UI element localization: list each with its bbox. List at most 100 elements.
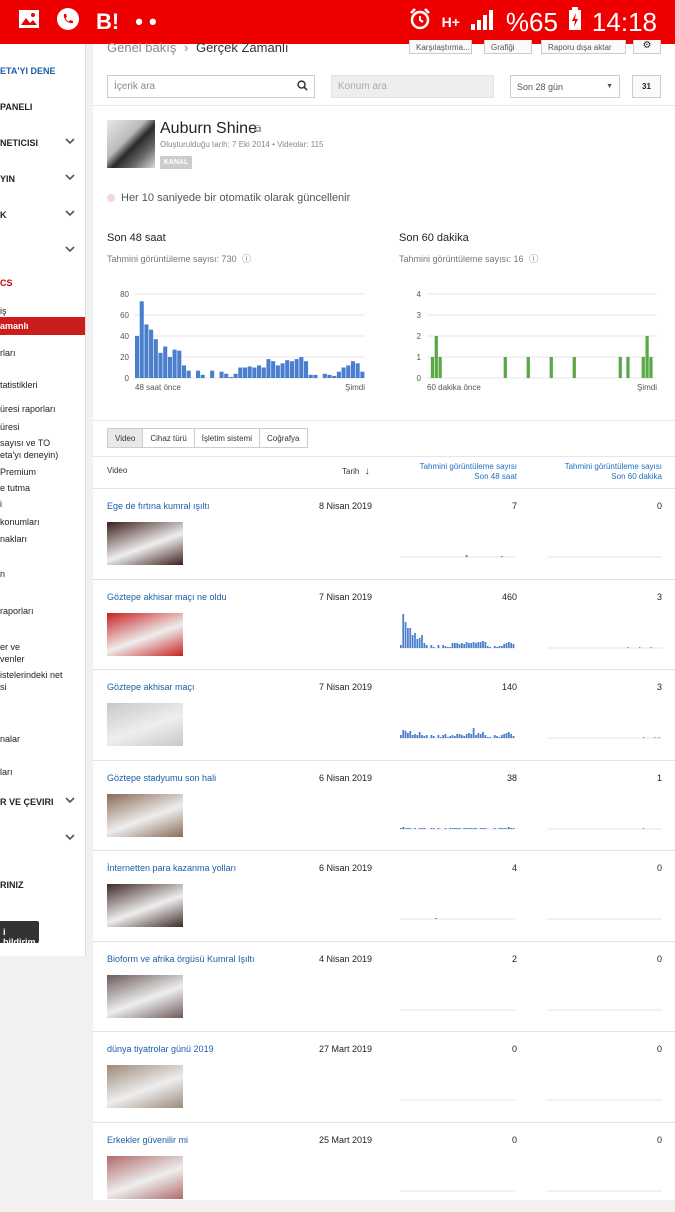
tab-video[interactable]: Video [107, 428, 144, 448]
export-button[interactable]: Raporu dışa aktar [541, 40, 626, 54]
tab-geography[interactable]: Coğrafya [259, 428, 308, 448]
sidebar-item[interactable]: n [0, 569, 5, 579]
col-60-line1: Tahmini görüntüleme sayısı [564, 462, 662, 471]
notification-button[interactable]: i bildirim [0, 921, 39, 947]
location-input[interactable]: Konum ara [331, 75, 494, 98]
tab-operating-system[interactable]: İşletim sistemi [193, 428, 261, 448]
sidebar-item[interactable]: PANELI [0, 102, 32, 112]
sidebar-item[interactable]: si [0, 682, 7, 692]
sidebar-item[interactable]: sayısı ve TO [0, 438, 50, 448]
video-date: 6 Nisan 2019 [318, 863, 372, 873]
sparkline-60m [547, 1099, 662, 1101]
date-range-select[interactable]: Son 28 gün ▼ [510, 75, 620, 98]
spark48-bar [470, 642, 473, 648]
video-title-link[interactable]: Göztepe akhisar maçı ne oldu [107, 592, 227, 602]
sidebar-item-active[interactable]: amanlı [0, 317, 85, 335]
sidebar-item[interactable]: K [0, 210, 7, 220]
sidebar-item[interactable]: tatistikleri [0, 380, 38, 390]
chevron-down-icon[interactable] [65, 832, 75, 844]
video-thumbnail[interactable] [107, 522, 183, 565]
sidebar-item[interactable]: e tutma [0, 483, 30, 493]
sidebar-item[interactable]: üresi raporları [0, 404, 56, 414]
col-header-date[interactable]: Tarih ↓ [342, 466, 370, 477]
sidebar-item[interactable]: CS [0, 278, 13, 288]
chart-bar [572, 357, 576, 378]
search-icon[interactable] [297, 80, 308, 94]
spark48-bar [442, 644, 444, 648]
chevron-down-icon[interactable] [65, 795, 75, 807]
chart-bar [228, 376, 233, 378]
help-icon[interactable]: ⓘ [242, 254, 251, 264]
video-title-link[interactable]: dünya tiyatrolar günü 2019 [107, 1044, 214, 1054]
spark48-bar [414, 734, 416, 738]
spark48-bar [465, 827, 468, 829]
compare-button[interactable]: Karşılaştırma... [409, 40, 472, 54]
spark48-bar [404, 621, 407, 648]
chevron-down-icon[interactable] [65, 172, 75, 184]
spark48-bar [470, 827, 473, 829]
chart-bar [618, 357, 622, 378]
search-input[interactable]: İçerik ara [107, 75, 315, 98]
y-tick-label: 0 [125, 374, 130, 383]
video-thumbnail[interactable] [107, 884, 183, 927]
sidebar-item[interactable]: ları [0, 767, 13, 777]
breadcrumb-parent[interactable]: Genel bakış [107, 40, 176, 55]
sidebar-item[interactable]: R VE ÇEVIRI [0, 797, 54, 807]
video-title-link[interactable]: Göztepe akhisar maçı [107, 682, 195, 692]
chevron-down-icon[interactable] [65, 136, 75, 148]
sidebar-item[interactable]: nalar [0, 734, 20, 744]
video-title-link[interactable]: Bioform ve afrika örgüsü Kumral Işıltı [107, 954, 255, 964]
help-icon[interactable]: ⓘ [529, 254, 538, 264]
channel-name[interactable]: Auburn Shine [160, 120, 257, 138]
video-title-link[interactable]: Erkekler güvenilir mi [107, 1135, 188, 1145]
sidebar-item[interactable]: istelerindeki net [0, 670, 63, 680]
sidebar-item[interactable]: konumları [0, 517, 40, 527]
chart-bar [346, 365, 351, 378]
sidebar-item[interactable]: NETICISI [0, 138, 38, 148]
chart-60m-svg: 0 1 2 3 4 60 dakika önce Şimdi [417, 290, 658, 392]
gear-icon[interactable]: ⚙ [633, 40, 661, 54]
sidebar-item[interactable]: Premium [0, 467, 36, 477]
video-date: 25 Mart 2019 [318, 1134, 372, 1145]
chart-button[interactable]: Grafiği [484, 40, 532, 54]
sidebar-item[interactable]: nakları [0, 534, 27, 544]
channel-avatar[interactable] [107, 120, 155, 168]
video-thumbnail[interactable] [107, 1065, 183, 1108]
views-48h: 460 [501, 591, 517, 602]
video-thumbnail[interactable] [107, 703, 183, 746]
tab-device-type[interactable]: Cihaz türü [142, 428, 195, 448]
col-48-line2: Son 48 saat [474, 472, 517, 481]
spark48-bar [463, 736, 466, 738]
chart-bar [139, 301, 144, 378]
sidebar-item[interactable]: iş [0, 306, 7, 316]
video-thumbnail[interactable] [107, 612, 183, 656]
sidebar-item[interactable]: er ve [0, 642, 20, 652]
sidebar-item[interactable]: üresi [0, 422, 20, 432]
spark48-bar [484, 827, 487, 829]
sidebar-item[interactable]: rları [0, 348, 16, 358]
sidebar-item[interactable]: YIN [0, 174, 15, 184]
video-thumbnail[interactable] [107, 793, 183, 837]
col-header-views-48h[interactable]: Tahmini görüntüleme sayısı Son 48 saat [393, 462, 517, 482]
external-link-icon[interactable]: ⧉ [254, 124, 261, 135]
chart-bar [242, 367, 248, 378]
sidebar-item[interactable]: RINIZ [0, 880, 24, 890]
sidebar-item[interactable]: ETA'YI DENE [0, 66, 55, 76]
video-thumbnail[interactable] [107, 1155, 183, 1199]
auto-update-text: Her 10 saniyede bir otomatik olarak günc… [121, 192, 351, 204]
spark48-bar [432, 646, 435, 648]
chevron-down-icon[interactable] [65, 208, 75, 220]
video-title-link[interactable]: İnternetten para kazanma yolları [107, 863, 236, 873]
chevron-down-icon[interactable] [65, 244, 75, 256]
video-thumbnail[interactable] [107, 974, 183, 1018]
calendar-button[interactable]: 31 [632, 75, 661, 98]
video-title-link[interactable]: Göztepe stadyumu son hali [107, 773, 216, 783]
sidebar-item[interactable]: venler [0, 654, 25, 664]
sidebar-item[interactable]: eta'yı deneyin) [0, 450, 58, 460]
video-title-link[interactable]: Ege de fırtına kumral ışıltı [107, 501, 210, 511]
spark48-bar [510, 827, 513, 829]
col-header-views-60m[interactable]: Tahmini görüntüleme sayısı Son 60 dakika [538, 462, 662, 482]
sidebar-item[interactable]: raporları [0, 606, 34, 616]
sidebar-item[interactable]: i [0, 499, 2, 509]
y-tick-label: 20 [120, 353, 129, 362]
